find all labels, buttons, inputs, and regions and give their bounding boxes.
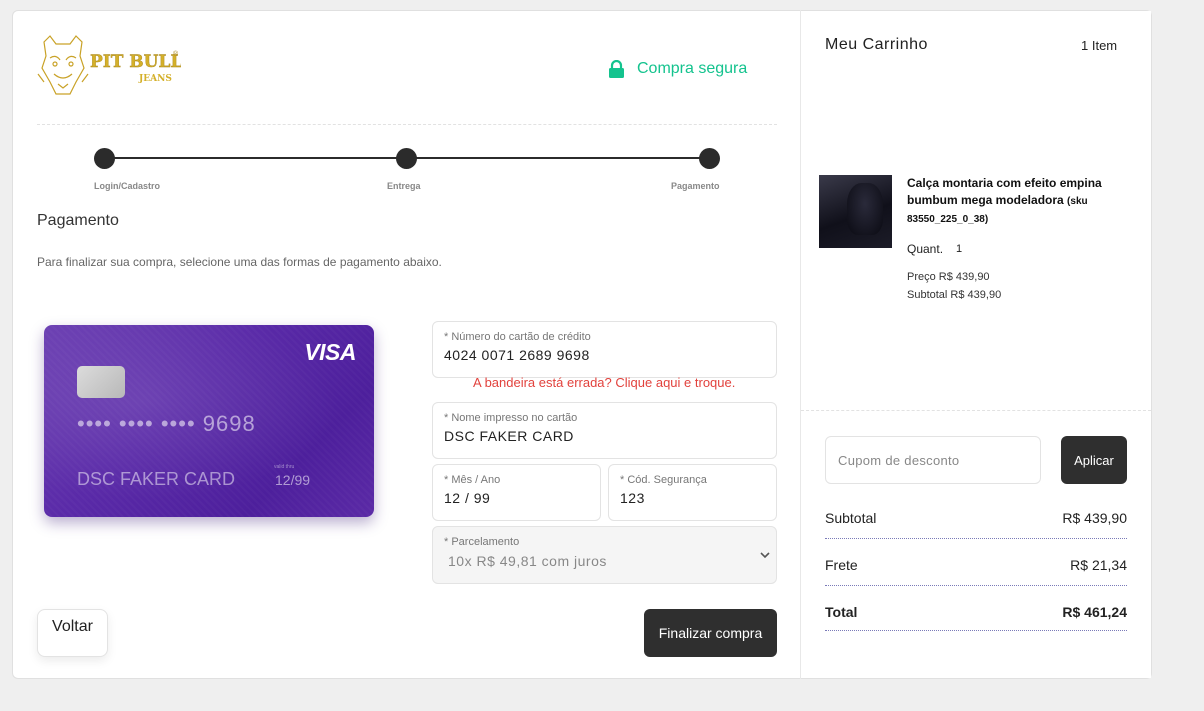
card-name-preview: DSC FAKER CARD <box>77 469 236 489</box>
card-number-preview: •••• •••• •••• 9698 <box>77 411 256 436</box>
card-name-field[interactable]: * Nome impresso no cartão DSC FAKER CARD <box>432 402 777 459</box>
card-name-input[interactable]: DSC FAKER CARD <box>444 428 574 444</box>
back-button[interactable]: Voltar <box>37 609 108 657</box>
page-subtitle: Para finalizar sua compra, selecione uma… <box>37 255 442 269</box>
header-divider <box>37 124 777 125</box>
cvv-input[interactable]: 123 <box>620 490 645 506</box>
summary-subtotal-row: Subtotal R$ 439,90 <box>825 510 1127 539</box>
product-price: Preço R$ 439,90 <box>907 271 990 283</box>
quantity-label: Quant. <box>907 242 944 256</box>
installments-label: * Parcelamento <box>444 536 520 548</box>
card-expiry-preview: 12/99 <box>275 472 311 488</box>
summary-subtotal-label: Subtotal <box>825 510 877 526</box>
card-chip-icon <box>77 366 125 398</box>
card-valid-label: valid thru <box>274 464 295 470</box>
cvv-field[interactable]: * Cód. Segurança 123 <box>608 464 777 521</box>
cart-title: Meu Carrinho <box>825 36 928 53</box>
installments-value: 10x R$ 49,81 com juros <box>448 553 607 569</box>
summary-total-value: R$ 461,24 <box>1062 604 1127 620</box>
step-dot-payment <box>699 148 720 169</box>
quantity-value: 1 <box>956 243 963 255</box>
lock-icon <box>609 60 624 78</box>
secure-label: Compra segura <box>637 60 748 77</box>
cart-item-count: 1 Item <box>1081 38 1118 53</box>
card-number-label: * Número do cartão de crédito <box>444 331 591 343</box>
step-label-delivery: Entrega <box>387 181 421 191</box>
installments-select[interactable]: * Parcelamento 10x R$ 49,81 com juros <box>432 526 777 584</box>
page-title: Pagamento <box>37 212 119 229</box>
summary-total-row: Total R$ 461,24 <box>825 604 1127 631</box>
step-label-payment: Pagamento <box>671 181 720 191</box>
coupon-input[interactable]: Cupom de desconto <box>825 436 1041 484</box>
step-label-login: Login/Cadastro <box>94 181 161 191</box>
logo-sub: JEANS <box>138 74 172 84</box>
column-divider <box>800 10 801 679</box>
pitbull-logo-image: PIT BULL ® JEANS <box>37 35 183 95</box>
summary-shipping-label: Frete <box>825 557 858 573</box>
finish-purchase-button[interactable]: Finalizar compra <box>644 609 777 657</box>
cvv-label: * Cód. Segurança <box>620 474 707 486</box>
credit-card-preview: VISA •••• •••• •••• 9698 DSC FAKER CARD … <box>44 325 374 517</box>
card-brand-error-link[interactable]: A bandeira está errada? Clique aqui e tr… <box>473 375 735 390</box>
summary-total-label: Total <box>825 604 858 620</box>
card-name-label: * Nome impresso no cartão <box>444 412 578 424</box>
chevron-down-icon <box>760 552 770 559</box>
product-name: Calça montaria com efeito empina bumbum … <box>907 175 1117 228</box>
card-number-input[interactable]: 4024 0071 2689 9698 <box>444 347 590 363</box>
expiry-field[interactable]: * Mês / Ano 12 / 99 <box>432 464 601 521</box>
logo-text: PIT BULL <box>90 52 181 72</box>
secure-purchase: Compra segura <box>608 60 747 78</box>
svg-text:®: ® <box>173 50 179 58</box>
product-thumbnail <box>819 175 892 248</box>
expiry-label: * Mês / Ano <box>444 474 501 486</box>
step-dot-delivery <box>396 148 417 169</box>
summary-shipping-row: Frete R$ 21,34 <box>825 557 1127 586</box>
card-number-field[interactable]: * Número do cartão de crédito 4024 0071 … <box>432 321 777 378</box>
summary-shipping-value: R$ 21,34 <box>1070 557 1127 573</box>
pitbull-logo[interactable]: PIT BULL ® JEANS <box>36 34 183 100</box>
cart-divider <box>801 410 1151 411</box>
card-brand-visa: VISA <box>304 339 356 365</box>
expiry-input[interactable]: 12 / 99 <box>444 490 490 506</box>
apply-coupon-button[interactable]: Aplicar <box>1061 436 1127 484</box>
summary-subtotal-value: R$ 439,90 <box>1062 510 1127 526</box>
product-subtotal: Subtotal R$ 439,90 <box>907 289 1002 301</box>
step-dot-login <box>94 148 115 169</box>
